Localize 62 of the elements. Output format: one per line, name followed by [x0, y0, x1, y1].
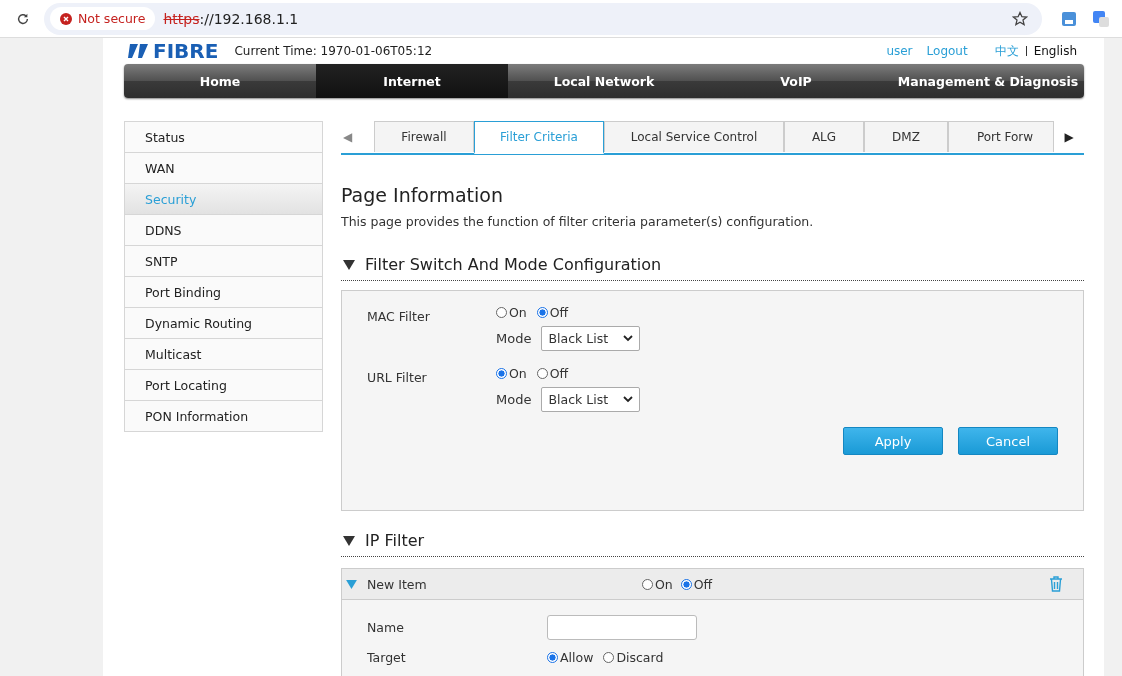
address-bar[interactable]: Not secure https://192.168.1.1 — [44, 2, 1042, 35]
section-title: Filter Switch And Mode Configuration — [365, 255, 662, 274]
scroll-left-arrow[interactable]: ◀ — [341, 130, 374, 144]
translate-icon[interactable] — [1092, 9, 1110, 28]
nav-tab[interactable]: Management & Diagnosis — [892, 64, 1084, 98]
scroll-right-arrow[interactable]: ▶ — [1054, 130, 1084, 144]
mode-dropdown[interactable]: Black List — [541, 326, 641, 351]
url-text: https://192.168.1.1 — [163, 10, 299, 27]
sidebar-item[interactable]: PON Information — [125, 400, 322, 431]
tab[interactable]: Local Service Control — [604, 121, 784, 152]
section-title: IP Filter — [365, 531, 425, 550]
page-title: Page Information — [341, 184, 505, 206]
item-title: New Item — [367, 576, 428, 592]
radio-option[interactable]: Off — [536, 366, 569, 381]
field-label: Mode — [496, 392, 532, 407]
radio-option[interactable]: Off — [680, 576, 713, 592]
expand-triangle-icon[interactable] — [346, 579, 357, 589]
language-link[interactable]: English — [1025, 46, 1084, 56]
sidebar-item[interactable]: DDNS — [125, 214, 322, 245]
reload-icon[interactable] — [16, 11, 30, 26]
caret-icon — [623, 396, 634, 403]
extension-icon[interactable] — [1060, 9, 1078, 28]
sidebar-item[interactable]: Port Locating — [125, 369, 322, 400]
sidebar-item[interactable]: Port Binding — [125, 276, 322, 307]
page-description: This page provides the function of filter criteria parameter(s) configuration. — [341, 214, 815, 229]
tab[interactable]: ALG — [784, 121, 864, 152]
nav-tab[interactable]: Home — [124, 64, 316, 98]
tab[interactable]: Firewall — [374, 121, 474, 152]
security-label: Not secure — [78, 11, 146, 26]
sidebar-item[interactable]: SNTP — [125, 245, 322, 276]
warning-icon — [60, 12, 72, 25]
nav-tab[interactable]: VoIP — [700, 64, 892, 98]
sidebar-item[interactable]: Multicast — [125, 338, 322, 369]
security-chip[interactable]: Not secure — [50, 7, 156, 30]
nav-tab[interactable]: Internet — [316, 64, 508, 98]
sidebar-item[interactable]: Status — [125, 122, 322, 152]
mode-dropdown[interactable]: Black List — [541, 387, 641, 412]
radio-option[interactable]: On — [496, 305, 527, 320]
tab[interactable]: Port Forw — [948, 121, 1054, 152]
nav-tab[interactable]: Local Network — [508, 64, 700, 98]
collapse-triangle-icon[interactable] — [343, 535, 355, 546]
radio-option[interactable]: Off — [536, 305, 569, 320]
star-icon[interactable] — [1012, 10, 1028, 27]
field-label: Name — [367, 619, 405, 635]
field-label: URL Filter — [367, 369, 428, 387]
tab[interactable]: DMZ — [864, 121, 948, 152]
logo-text: FIBRE — [153, 39, 219, 63]
trash-icon[interactable] — [1049, 576, 1063, 592]
sidebar-item[interactable]: WAN — [125, 152, 322, 183]
radio-option[interactable]: Allow — [547, 649, 594, 665]
logo-mark-icon — [128, 44, 150, 58]
field-label: Mode — [496, 331, 532, 346]
radio-option[interactable]: Discard — [603, 649, 664, 665]
caret-icon — [623, 335, 634, 342]
radio-option[interactable]: On — [642, 576, 673, 592]
sidebar-item[interactable]: Dynamic Routing — [125, 307, 322, 338]
radio-option[interactable]: On — [496, 366, 527, 381]
field-label: Target — [367, 649, 407, 665]
current-time: Current Time: 1970-01-06T05:12 — [234, 44, 433, 58]
name-input[interactable] — [547, 614, 697, 640]
field-label: MAC Filter — [367, 308, 431, 326]
collapse-triangle-icon[interactable] — [343, 259, 355, 270]
